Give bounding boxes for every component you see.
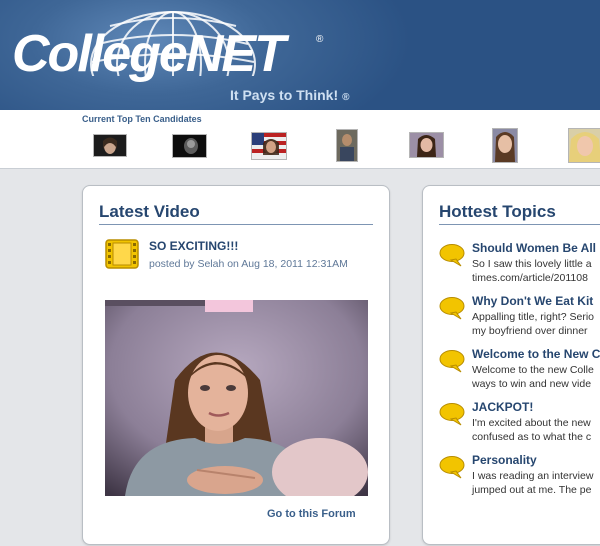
topic-title[interactable]: Should Women Be All [472,241,596,255]
topic-snippet: jumped out at me. The pe [472,484,592,496]
candidate-photo-2-icon [173,135,206,157]
registered-mark: ® [316,34,324,45]
speech-bubble-icon [439,403,465,426]
candidate-photo-6-icon [493,129,517,162]
latest-video-heading: Latest Video [99,202,200,221]
topic-snippet: ways to win and new vide [472,378,592,390]
speech-bubble-icon [439,297,465,320]
candidate-photo-3-icon [252,133,286,159]
video-player[interactable] [105,300,368,496]
topic-snippet: Appalling title, right? Serio [472,311,594,323]
topic-title[interactable]: JACKPOT! [472,400,533,414]
topic-snippet: my boyfriend over dinner [472,325,588,337]
candidate-photo-4-icon [337,130,357,161]
video-meta: posted by Selah on Aug 18, 2011 12:31AM [149,258,348,270]
candidate-thumbnail-3[interactable] [251,132,287,160]
topic-snippet: confused as to what the c [472,431,592,443]
candidate-thumbnail-1[interactable] [93,134,127,157]
topic-snippet: times.com/article/201108 [472,272,588,284]
candidate-photo-1-icon [94,135,126,156]
candidate-thumbnail-2[interactable] [172,134,207,158]
video-title-link[interactable]: SO EXCITING!!! [149,239,238,253]
top-candidates-strip: Current Top Ten Candidates [0,110,600,169]
latest-video-panel: Latest Video SO EXCITING!!! posted by Se… [82,185,390,545]
hottest-topics-heading: Hottest Topics [439,202,556,221]
tagline-registered-mark: ® [342,92,350,103]
topic-item[interactable]: JACKPOT! I'm excited about the new confu… [438,400,600,452]
candidate-thumbnail-7[interactable] [568,128,600,163]
topic-snippet: I'm excited about the new [472,417,591,429]
topic-item[interactable]: Why Don't We Eat Kit Appalling title, ri… [438,294,600,346]
speech-bubble-icon [439,350,465,373]
topic-snippet: Welcome to the new Colle [472,364,594,376]
topic-item[interactable]: Welcome to the New C Welcome to the new … [438,347,600,399]
topic-snippet: I was reading an interview [472,470,594,482]
candidates-title: Current Top Ten Candidates [82,114,202,124]
hottest-topics-panel: Hottest Topics Should Women Be All So I … [422,185,600,545]
tagline-text: It Pays to Think! [230,87,339,103]
video-thumbnail-icon [105,300,368,496]
candidate-thumbnail-6[interactable] [492,128,518,163]
candidate-photo-5-icon [410,133,443,157]
topic-title[interactable]: Personality [472,453,537,467]
tagline: It Pays to Think! ® [230,87,350,103]
film-strip-icon [105,239,139,269]
candidate-thumbnail-4[interactable] [336,129,358,162]
candidate-photo-7-icon [569,129,600,162]
speech-bubble-icon [439,244,465,267]
heading-divider [99,224,373,225]
topic-item[interactable]: Personality I was reading an interview j… [438,453,600,505]
topic-item[interactable]: Should Women Be All So I saw this lovely… [438,241,600,293]
topic-title[interactable]: Welcome to the New C [472,347,600,361]
go-to-forum-link[interactable]: Go to this Forum [267,508,356,520]
topic-snippet: So I saw this lovely little a [472,258,592,270]
site-logo[interactable]: CollegeNET [12,28,286,80]
heading-divider [439,224,600,225]
speech-bubble-icon [439,456,465,479]
site-header: CollegeNET ® It Pays to Think! ® [0,0,600,110]
topic-title[interactable]: Why Don't We Eat Kit [472,294,593,308]
candidate-thumbnail-5[interactable] [409,132,444,158]
